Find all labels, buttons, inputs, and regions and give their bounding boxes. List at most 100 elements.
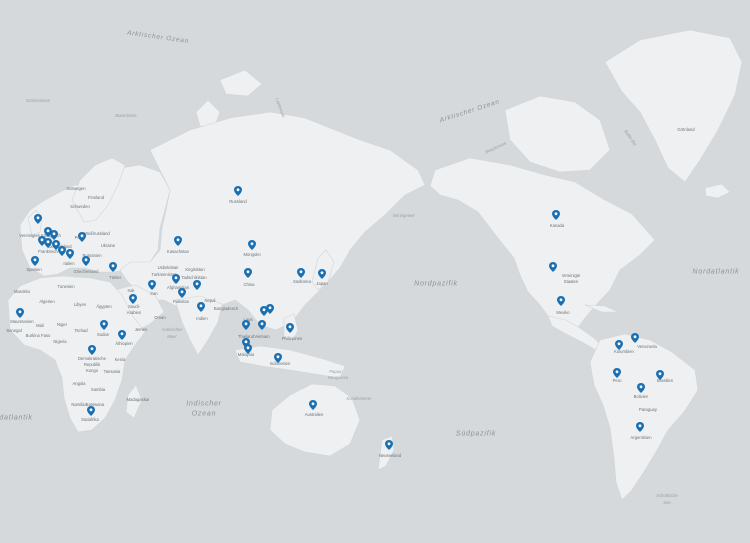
land-iceland (704, 183, 731, 199)
map-pin-icon[interactable] (82, 256, 90, 266)
country-label-vereinigte: Vereinigte (561, 272, 581, 278)
country-label-spanien: Spanien (26, 266, 42, 272)
map-pin-icon[interactable] (552, 210, 560, 220)
ocean-label-ozean: Ozean (191, 410, 217, 418)
country-label-vietnam: Vietnam (254, 333, 270, 339)
sea-label-beringmeer: Beringmeer (393, 212, 415, 218)
country-label-tschad: Tschad (74, 327, 88, 333)
country-label-kongo: Kongo (85, 367, 99, 373)
country-label-republik: Republik (83, 361, 101, 367)
country-label-australien: Australien (304, 411, 324, 417)
sea-label-barentssee: Barentssee (115, 112, 137, 118)
country-label-kanada: Kanada (549, 222, 565, 228)
country-label-kasachstan: Kasachstan (167, 248, 189, 254)
map-pin-icon[interactable] (631, 333, 639, 343)
country-label-mexiko: Mexiko (556, 309, 570, 315)
map-pin-icon[interactable] (66, 249, 74, 259)
map-pin-icon[interactable] (242, 320, 250, 330)
ocean-label-indischer: Indischer (186, 400, 222, 408)
map-pin-icon[interactable] (549, 262, 557, 272)
country-label-nepal: Nepal (204, 297, 216, 303)
country-label-neuseeland: Neuseeland (378, 452, 402, 458)
map-pin-icon[interactable] (615, 340, 623, 350)
country-label-staaten: Staaten (563, 278, 579, 284)
map-pin-icon[interactable] (656, 370, 664, 380)
land-africa (7, 275, 146, 433)
map-pin-icon[interactable] (309, 400, 317, 410)
map-pin-icon[interactable] (557, 296, 565, 306)
world-map[interactable]: Arktischer Ozean Arktischer Ozean Nordpa… (0, 0, 750, 543)
country-label-indien: Indien (196, 315, 208, 321)
country-label-weissrussland: Weißrussland (84, 230, 110, 236)
map-pin-icon[interactable] (286, 323, 294, 333)
country-label-tansania: Tansania (103, 368, 121, 374)
map-pin-icon[interactable] (297, 268, 305, 278)
land-north-america (429, 157, 656, 331)
map-pin-icon[interactable] (260, 306, 268, 316)
map-pin-icon[interactable] (244, 344, 252, 354)
country-label-niger: Niger (56, 321, 68, 327)
map-pin-icon[interactable] (234, 186, 242, 196)
map-pin-icon[interactable] (34, 214, 42, 224)
sea-label-meer: Meer (167, 333, 177, 339)
country-label-madagaskar: Madagaskar (126, 396, 150, 402)
land-arctic-archipelago (504, 95, 611, 173)
map-pin-icon[interactable] (16, 308, 24, 318)
country-label-mauretanien: Mauretanien (10, 318, 34, 324)
map-pin-icon[interactable] (88, 345, 96, 355)
country-label-schweden: Schweden (70, 203, 90, 209)
country-label-mali: Mali (36, 322, 44, 328)
map-pin-icon[interactable] (129, 294, 137, 304)
map-pin-icon[interactable] (178, 288, 186, 298)
map-pin-icon[interactable] (385, 440, 393, 450)
map-pin-icon[interactable] (174, 236, 182, 246)
map-pin-icon[interactable] (258, 320, 266, 330)
map-pin-icon[interactable] (109, 262, 117, 272)
country-label-sudan: Sudan (96, 331, 110, 337)
map-pin-icon[interactable] (248, 240, 256, 250)
map-pin-icon[interactable] (38, 236, 46, 246)
country-label-philippinen: Philippinen (281, 335, 303, 341)
sea-label-see: See (663, 499, 671, 505)
country-label-algerien: Algerien (39, 298, 55, 304)
map-pin-icon[interactable] (172, 274, 180, 284)
country-label-bangladesch: Bangladesch (213, 305, 239, 311)
map-pin-icon[interactable] (193, 280, 201, 290)
map-pin-icon[interactable] (318, 269, 326, 279)
land-australia (269, 383, 361, 457)
map-pin-icon[interactable] (244, 268, 252, 278)
map-pin-icon[interactable] (197, 302, 205, 312)
country-label-nigeria: Nigeria (53, 338, 67, 344)
country-label-kirgisistan: Kirgisistan (185, 266, 205, 272)
country-label-irak: Irak (127, 287, 135, 293)
country-label-tuerkei: Türkei (109, 274, 121, 280)
country-label-argentinien: Argentinien (630, 434, 652, 440)
ocean-label-suedpazifik: Südpazifik (455, 430, 497, 438)
country-label-aethiopien: Äthiopien (115, 340, 133, 346)
map-pin-icon[interactable] (100, 320, 108, 330)
country-label-usbekistan: Usbekistan (157, 264, 179, 270)
ocean-label-suedatlantik: datlantik (0, 414, 33, 422)
map-pin-icon[interactable] (637, 383, 645, 393)
sea-label-papua: Papua- (329, 368, 343, 374)
map-pin-icon[interactable] (31, 256, 39, 266)
country-label-japan: Japan (316, 280, 328, 286)
country-label-china: China (243, 281, 255, 287)
country-label-norwegen: Norwegen (66, 185, 86, 191)
map-pin-icon[interactable] (274, 353, 282, 363)
sea-label-groenlandsee: Grönlandsee (26, 97, 50, 103)
map-pin-icon[interactable] (636, 422, 644, 432)
sea-label-arabisches: Arabisches (161, 326, 183, 332)
map-pin-icon[interactable] (87, 406, 95, 416)
map-pin-icon[interactable] (78, 232, 86, 242)
country-label-burkina-faso: Burkina Faso (25, 332, 51, 338)
map-pin-icon[interactable] (148, 280, 156, 290)
map-pin-icon[interactable] (118, 330, 126, 340)
country-label-sambia: Sambia (90, 386, 106, 392)
country-label-oman: Oman (154, 314, 166, 320)
country-label-groenland: Grönland (677, 126, 695, 132)
map-pin-icon[interactable] (58, 246, 66, 256)
map-pin-icon[interactable] (613, 368, 621, 378)
country-label-aegypten: Ägypten (96, 303, 112, 309)
land-svalbard (219, 69, 263, 97)
